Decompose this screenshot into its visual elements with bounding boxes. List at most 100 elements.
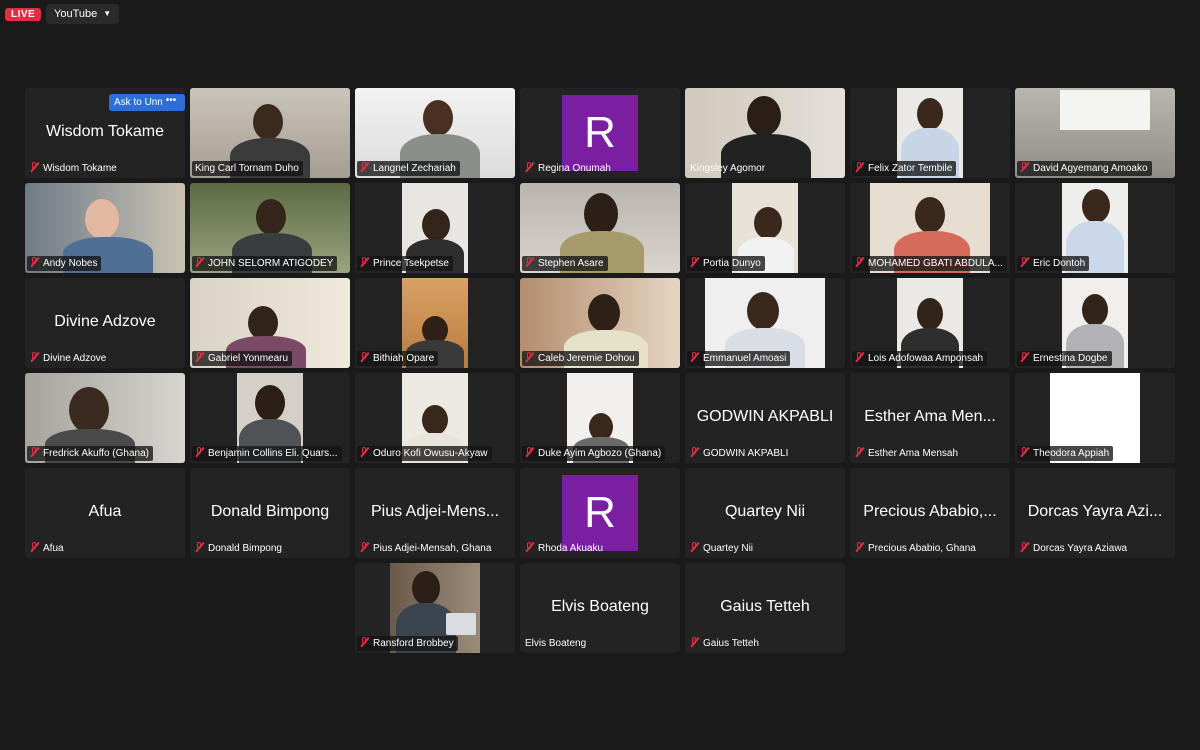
live-badge[interactable]: LIVE (5, 8, 42, 21)
participant-name: Lois Adofowaa Amponsah (868, 353, 984, 364)
participant-name: Elvis Boateng (525, 638, 587, 649)
participant-label: Kingsley Agomor (687, 161, 769, 176)
participant-tile[interactable]: Prince Tsekpetse (355, 183, 515, 273)
participant-face (422, 405, 448, 435)
participant-tile[interactable]: Lois Adofowaa Amponsah (850, 278, 1010, 368)
mic-muted-icon (855, 447, 864, 457)
participant-tile[interactable]: Afua Afua (25, 468, 185, 558)
participant-tile[interactable]: Quartey Nii Quartey Nii (685, 468, 845, 558)
participant-name: Gaius Tetteh (703, 638, 759, 649)
participant-label: Afua (27, 541, 68, 556)
participant-name: JOHN SELORM ATIGODEY (208, 258, 334, 269)
participant-big-name: Divine Adzove (54, 313, 156, 330)
participant-tile[interactable]: David Agyemang Amoako (1015, 88, 1175, 178)
participant-label: Rhoda Akuaku (522, 541, 607, 556)
participant-label: Duke Ayim Agbozo (Ghana) (522, 446, 666, 461)
mic-muted-icon (855, 352, 864, 362)
participant-tile[interactable]: MOHAMED GBATI ABDULA... (850, 183, 1010, 273)
mic-muted-icon (360, 257, 369, 267)
participant-face (423, 100, 453, 136)
participant-tile[interactable]: Stephen Asare (520, 183, 680, 273)
participant-tile[interactable]: Esther Ama Men... Esther Ama Mensah (850, 373, 1010, 463)
participant-tile[interactable]: Caleb Jeremie Dohou (520, 278, 680, 368)
participant-label: Donald Bimpong (192, 541, 286, 556)
participant-name: Regina Onumah (538, 163, 611, 174)
participant-label: Wisdom Tokame (27, 161, 121, 176)
mic-muted-icon (195, 542, 204, 552)
participant-big-name: Donald Bimpong (210, 503, 330, 520)
chevron-down-icon: ▼ (103, 9, 112, 19)
mic-muted-icon (360, 447, 369, 457)
participant-tile[interactable]: Langnel Zechariah (355, 88, 515, 178)
participant-tile[interactable]: Felix Zator Tembile (850, 88, 1010, 178)
participant-tile[interactable]: Gabriel Yonmearu (190, 278, 350, 368)
participant-tile[interactable]: Portia Dunyo (685, 183, 845, 273)
participant-tile[interactable]: Emmanuel Amoasi (685, 278, 845, 368)
participant-face (69, 387, 109, 433)
participant-name: Benjamin Collins Eli. Quars... (208, 448, 338, 459)
mic-muted-icon (1020, 447, 1029, 457)
participant-tile[interactable]: Eric Dontoh (1015, 183, 1175, 273)
stream-target-label: YouTube (54, 8, 98, 20)
participant-name: Ernestina Dogbe (1033, 353, 1108, 364)
mic-muted-icon (360, 542, 369, 552)
mic-muted-icon (690, 637, 699, 647)
participant-tile[interactable]: Pius Adjei-Mens... Pius Adjei-Mensah, Gh… (355, 468, 515, 558)
participant-tile[interactable]: Ransford Brobbey (355, 563, 515, 653)
stream-target-dropdown[interactable]: YouTube ▼ (46, 4, 120, 24)
participant-label: Divine Adzove (27, 351, 110, 366)
participant-tile[interactable]: Dorcas Yayra Azi... Dorcas Yayra Aziawa (1015, 468, 1175, 558)
mic-muted-icon (855, 542, 864, 552)
participant-label: Andy Nobes (27, 256, 102, 271)
participant-tile[interactable]: Donald Bimpong Donald Bimpong (190, 468, 350, 558)
participant-face (422, 209, 450, 241)
participant-label: Felix Zator Tembile (852, 161, 957, 176)
participant-tile[interactable]: Wisdom Tokame Ask to Unmute ••• Wisdom T… (25, 88, 185, 178)
participant-tile[interactable]: JOHN SELORM ATIGODEY (190, 183, 350, 273)
participant-tile[interactable]: Gaius Tetteh Gaius Tetteh (685, 563, 845, 653)
participant-name: Afua (43, 543, 64, 554)
participant-tile[interactable]: R Regina Onumah (520, 88, 680, 178)
participant-label: Gaius Tetteh (687, 636, 763, 651)
participant-name: King Carl Tornam Duho (195, 163, 299, 174)
participant-tile[interactable]: Oduro Kofi Owusu-Akyaw (355, 373, 515, 463)
participant-name: Donald Bimpong (208, 543, 282, 554)
participant-tile[interactable]: Ernestina Dogbe (1015, 278, 1175, 368)
mic-muted-icon (690, 542, 699, 552)
participant-big-name: Elvis Boateng (551, 598, 649, 615)
participant-tile[interactable]: Precious Ababio,... Precious Ababio, Gha… (850, 468, 1010, 558)
participant-face (256, 199, 286, 235)
participant-tile[interactable]: Divine Adzove Divine Adzove (25, 278, 185, 368)
participant-label: Stephen Asare (522, 256, 608, 271)
participant-face (917, 298, 943, 330)
participant-tile[interactable]: Kingsley Agomor (685, 88, 845, 178)
participant-tile[interactable]: Fredrick Akuffo (Ghana) (25, 373, 185, 463)
participant-label: Esther Ama Mensah (852, 446, 962, 461)
mic-muted-icon (360, 637, 369, 647)
participant-face (747, 96, 781, 136)
mic-muted-icon (690, 352, 699, 362)
participant-label: Elvis Boateng (522, 636, 590, 651)
participant-tile[interactable]: Elvis Boateng Elvis Boateng (520, 563, 680, 653)
participant-name: Gabriel Yonmearu (208, 353, 289, 364)
participant-tile[interactable]: GODWIN AKPABLI GODWIN AKPABLI (685, 373, 845, 463)
participant-tile[interactable]: Theodora Appiah (1015, 373, 1175, 463)
participant-face (915, 197, 945, 233)
participant-label: Regina Onumah (522, 161, 615, 176)
participant-name: Prince Tsekpetse (373, 258, 449, 269)
more-options-button[interactable]: ••• (162, 94, 180, 111)
participant-big-name: GODWIN AKPABLI (696, 408, 834, 425)
participant-tile[interactable]: Duke Ayim Agbozo (Ghana) (520, 373, 680, 463)
participant-label: Oduro Kofi Owusu-Akyaw (357, 446, 492, 461)
participant-face (255, 385, 285, 421)
participant-tile[interactable]: Benjamin Collins Eli. Quars... (190, 373, 350, 463)
mic-muted-icon (690, 447, 699, 457)
participant-big-name: Precious Ababio,... (863, 503, 997, 520)
participant-tile[interactable]: Andy Nobes (25, 183, 185, 273)
participant-tile-active-speaker[interactable]: King Carl Tornam Duho (190, 88, 350, 178)
participant-face (248, 306, 278, 340)
participant-name: Bithiah Opare (373, 353, 435, 364)
participant-tile[interactable]: Bithiah Opare (355, 278, 515, 368)
participant-tile[interactable]: R Rhoda Akuaku (520, 468, 680, 558)
participant-label: Eric Dontoh (1017, 256, 1090, 271)
